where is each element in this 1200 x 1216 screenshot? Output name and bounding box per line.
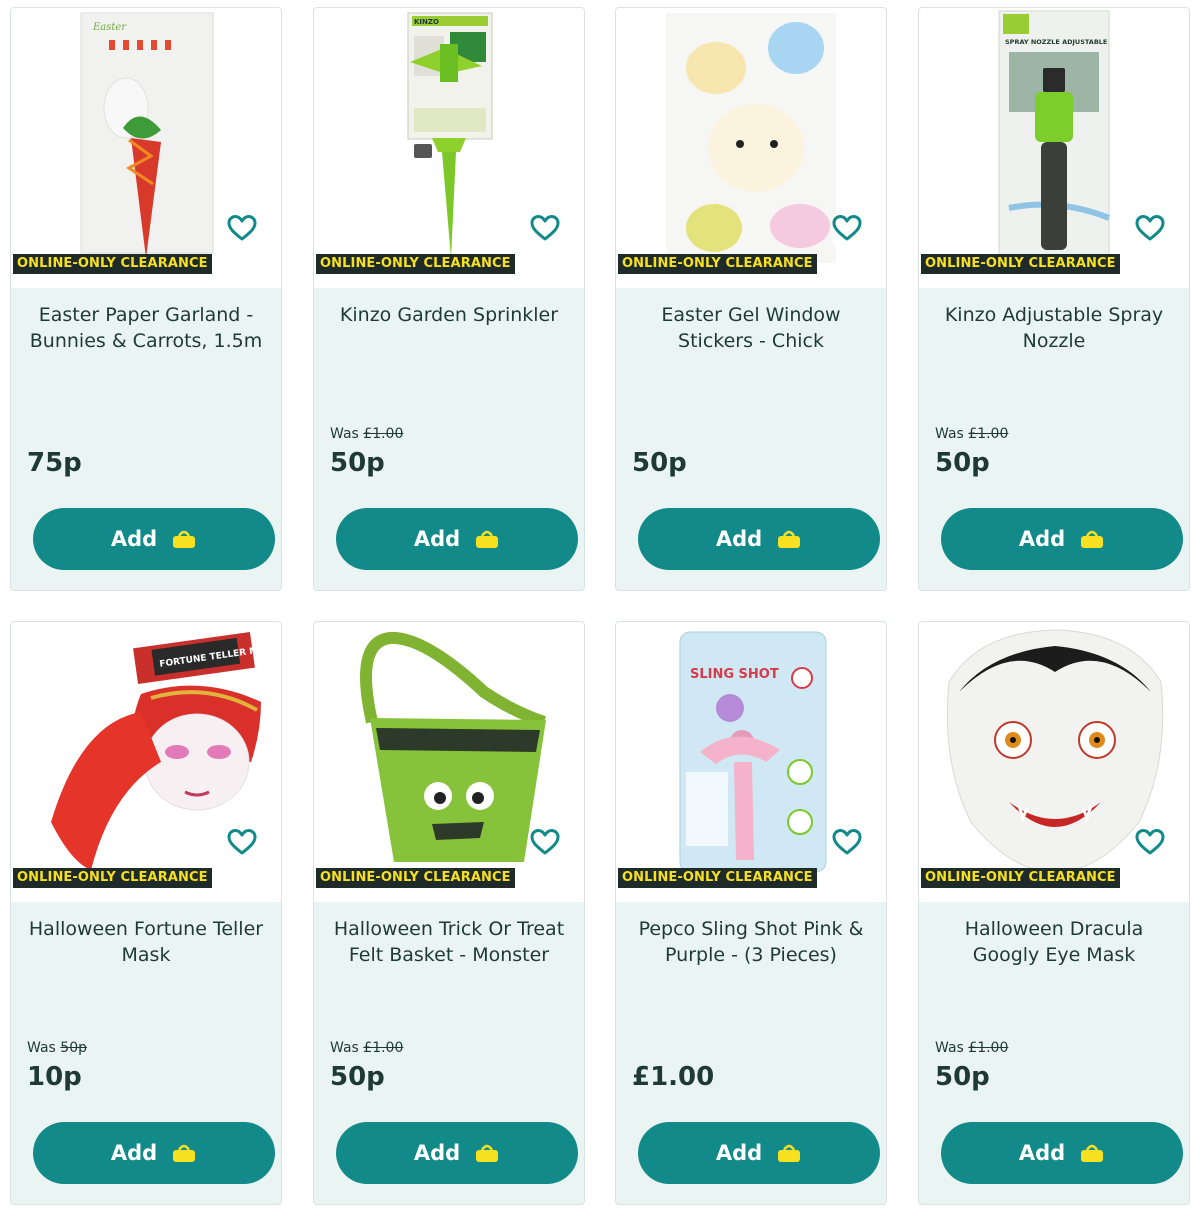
was-price: Was £1.00	[330, 426, 404, 442]
add-to-basket-button[interactable]: Add	[336, 1122, 578, 1184]
package-label: KINZO	[414, 18, 439, 26]
heart-outline-icon	[227, 215, 257, 241]
product-price: 10p	[27, 1062, 82, 1092]
product-image[interactable]: ONLINE-ONLY CLEARANCE	[919, 622, 1189, 902]
clearance-badge: ONLINE-ONLY CLEARANCE	[618, 254, 817, 274]
product-price: 50p	[330, 1062, 385, 1092]
heart-outline-icon	[832, 829, 862, 855]
product-grid: Easter ONLINE-ONLY CLEARANCE Easter Pape…	[0, 0, 1200, 1216]
favourite-button[interactable]	[530, 828, 574, 872]
add-to-basket-button[interactable]: Add	[638, 508, 880, 570]
add-to-basket-button[interactable]: Add	[336, 508, 578, 570]
product-price: 50p	[935, 1062, 990, 1092]
product-price: £1.00	[632, 1062, 715, 1092]
product-title[interactable]: Easter Paper Garland - Bunnies & Carrots…	[23, 302, 269, 354]
product-image[interactable]: FORTUNE TELLER MASK ONLINE-ONLY CLEARANC…	[11, 622, 281, 902]
add-label: Add	[110, 527, 158, 551]
old-price: £1.00	[363, 1040, 404, 1056]
package-label: Easter	[92, 22, 127, 33]
product-title[interactable]: Halloween Fortune Teller Mask	[23, 916, 269, 968]
favourite-button[interactable]	[227, 214, 271, 258]
add-label: Add	[1018, 1141, 1066, 1165]
shopping-basket-icon	[776, 528, 802, 550]
favourite-button[interactable]	[1135, 828, 1179, 872]
add-label: Add	[413, 1141, 461, 1165]
add-label: Add	[413, 527, 461, 551]
product-price: 50p	[632, 448, 687, 478]
clearance-badge: ONLINE-ONLY CLEARANCE	[316, 868, 515, 888]
product-title[interactable]: Easter Gel Window Stickers - Chick	[628, 302, 874, 354]
add-to-basket-button[interactable]: Add	[941, 1122, 1183, 1184]
clearance-badge: ONLINE-ONLY CLEARANCE	[921, 868, 1120, 888]
favourite-button[interactable]	[530, 214, 574, 258]
product-card[interactable]: ONLINE-ONLY CLEARANCE Halloween Dracula …	[918, 621, 1190, 1205]
product-title[interactable]: Kinzo Adjustable Spray Nozzle	[931, 302, 1177, 354]
product-card[interactable]: FORTUNE TELLER MASK ONLINE-ONLY CLEARANC…	[10, 621, 282, 1205]
shopping-basket-icon	[171, 1142, 197, 1164]
shopping-basket-icon	[171, 528, 197, 550]
clearance-badge: ONLINE-ONLY CLEARANCE	[921, 254, 1120, 274]
product-card[interactable]: Easter ONLINE-ONLY CLEARANCE Easter Pape…	[10, 7, 282, 591]
product-card[interactable]: ONLINE-ONLY CLEARANCE Halloween Trick Or…	[313, 621, 585, 1205]
favourite-button[interactable]	[1135, 214, 1179, 258]
heart-outline-icon	[832, 215, 862, 241]
shopping-basket-icon	[776, 1142, 802, 1164]
heart-outline-icon	[1135, 215, 1165, 241]
add-label: Add	[715, 527, 763, 551]
was-price: Was £1.00	[935, 1040, 1009, 1056]
product-price: 50p	[935, 448, 990, 478]
old-price: 50p	[60, 1040, 87, 1056]
add-to-basket-button[interactable]: Add	[638, 1122, 880, 1184]
product-image[interactable]: SPRAY NOZZLE ADJUSTABLE ONLINE-ONLY CLEA…	[919, 8, 1189, 288]
product-image[interactable]: KINZO ONLINE-ONLY CLEARANCE	[314, 8, 584, 288]
product-card[interactable]: SPRAY NOZZLE ADJUSTABLE ONLINE-ONLY CLEA…	[918, 7, 1190, 591]
product-image[interactable]: SLING SHOT ONLINE-ONLY CLEARANCE	[616, 622, 886, 902]
add-label: Add	[715, 1141, 763, 1165]
product-card[interactable]: ONLINE-ONLY CLEARANCE Easter Gel Window …	[615, 7, 887, 591]
shopping-basket-icon	[474, 1142, 500, 1164]
package-label: SPRAY NOZZLE ADJUSTABLE	[1005, 38, 1107, 46]
heart-outline-icon	[530, 215, 560, 241]
package-label: SLING SHOT	[690, 667, 779, 682]
add-label: Add	[110, 1141, 158, 1165]
add-to-basket-button[interactable]: Add	[33, 508, 275, 570]
product-image[interactable]: ONLINE-ONLY CLEARANCE	[616, 8, 886, 288]
product-title[interactable]: Halloween Trick Or Treat Felt Basket - M…	[326, 916, 572, 968]
product-card[interactable]: KINZO ONLINE-ONLY CLEARANCE Kinzo Garden…	[313, 7, 585, 591]
add-label: Add	[1018, 527, 1066, 551]
was-price: Was 50p	[27, 1040, 87, 1056]
heart-outline-icon	[1135, 829, 1165, 855]
shopping-basket-icon	[474, 528, 500, 550]
old-price: £1.00	[968, 1040, 1009, 1056]
old-price: £1.00	[968, 426, 1009, 442]
heart-outline-icon	[227, 829, 257, 855]
favourite-button[interactable]	[832, 214, 876, 258]
old-price: £1.00	[363, 426, 404, 442]
clearance-badge: ONLINE-ONLY CLEARANCE	[316, 254, 515, 274]
clearance-badge: ONLINE-ONLY CLEARANCE	[13, 254, 212, 274]
favourite-button[interactable]	[227, 828, 271, 872]
heart-outline-icon	[530, 829, 560, 855]
product-price: 75p	[27, 448, 82, 478]
shopping-basket-icon	[1079, 1142, 1105, 1164]
add-to-basket-button[interactable]: Add	[33, 1122, 275, 1184]
was-price: Was £1.00	[330, 1040, 404, 1056]
shopping-basket-icon	[1079, 528, 1105, 550]
clearance-badge: ONLINE-ONLY CLEARANCE	[618, 868, 817, 888]
add-to-basket-button[interactable]: Add	[941, 508, 1183, 570]
product-title[interactable]: Pepco Sling Shot Pink & Purple - (3 Piec…	[628, 916, 874, 968]
product-price: 50p	[330, 448, 385, 478]
product-title[interactable]: Kinzo Garden Sprinkler	[326, 302, 572, 328]
product-image[interactable]: Easter ONLINE-ONLY CLEARANCE	[11, 8, 281, 288]
product-image[interactable]: ONLINE-ONLY CLEARANCE	[314, 622, 584, 902]
product-card[interactable]: SLING SHOT ONLINE-ONLY CLEARANCE Pepco S…	[615, 621, 887, 1205]
product-title[interactable]: Halloween Dracula Googly Eye Mask	[931, 916, 1177, 968]
clearance-badge: ONLINE-ONLY CLEARANCE	[13, 868, 212, 888]
favourite-button[interactable]	[832, 828, 876, 872]
was-price: Was £1.00	[935, 426, 1009, 442]
